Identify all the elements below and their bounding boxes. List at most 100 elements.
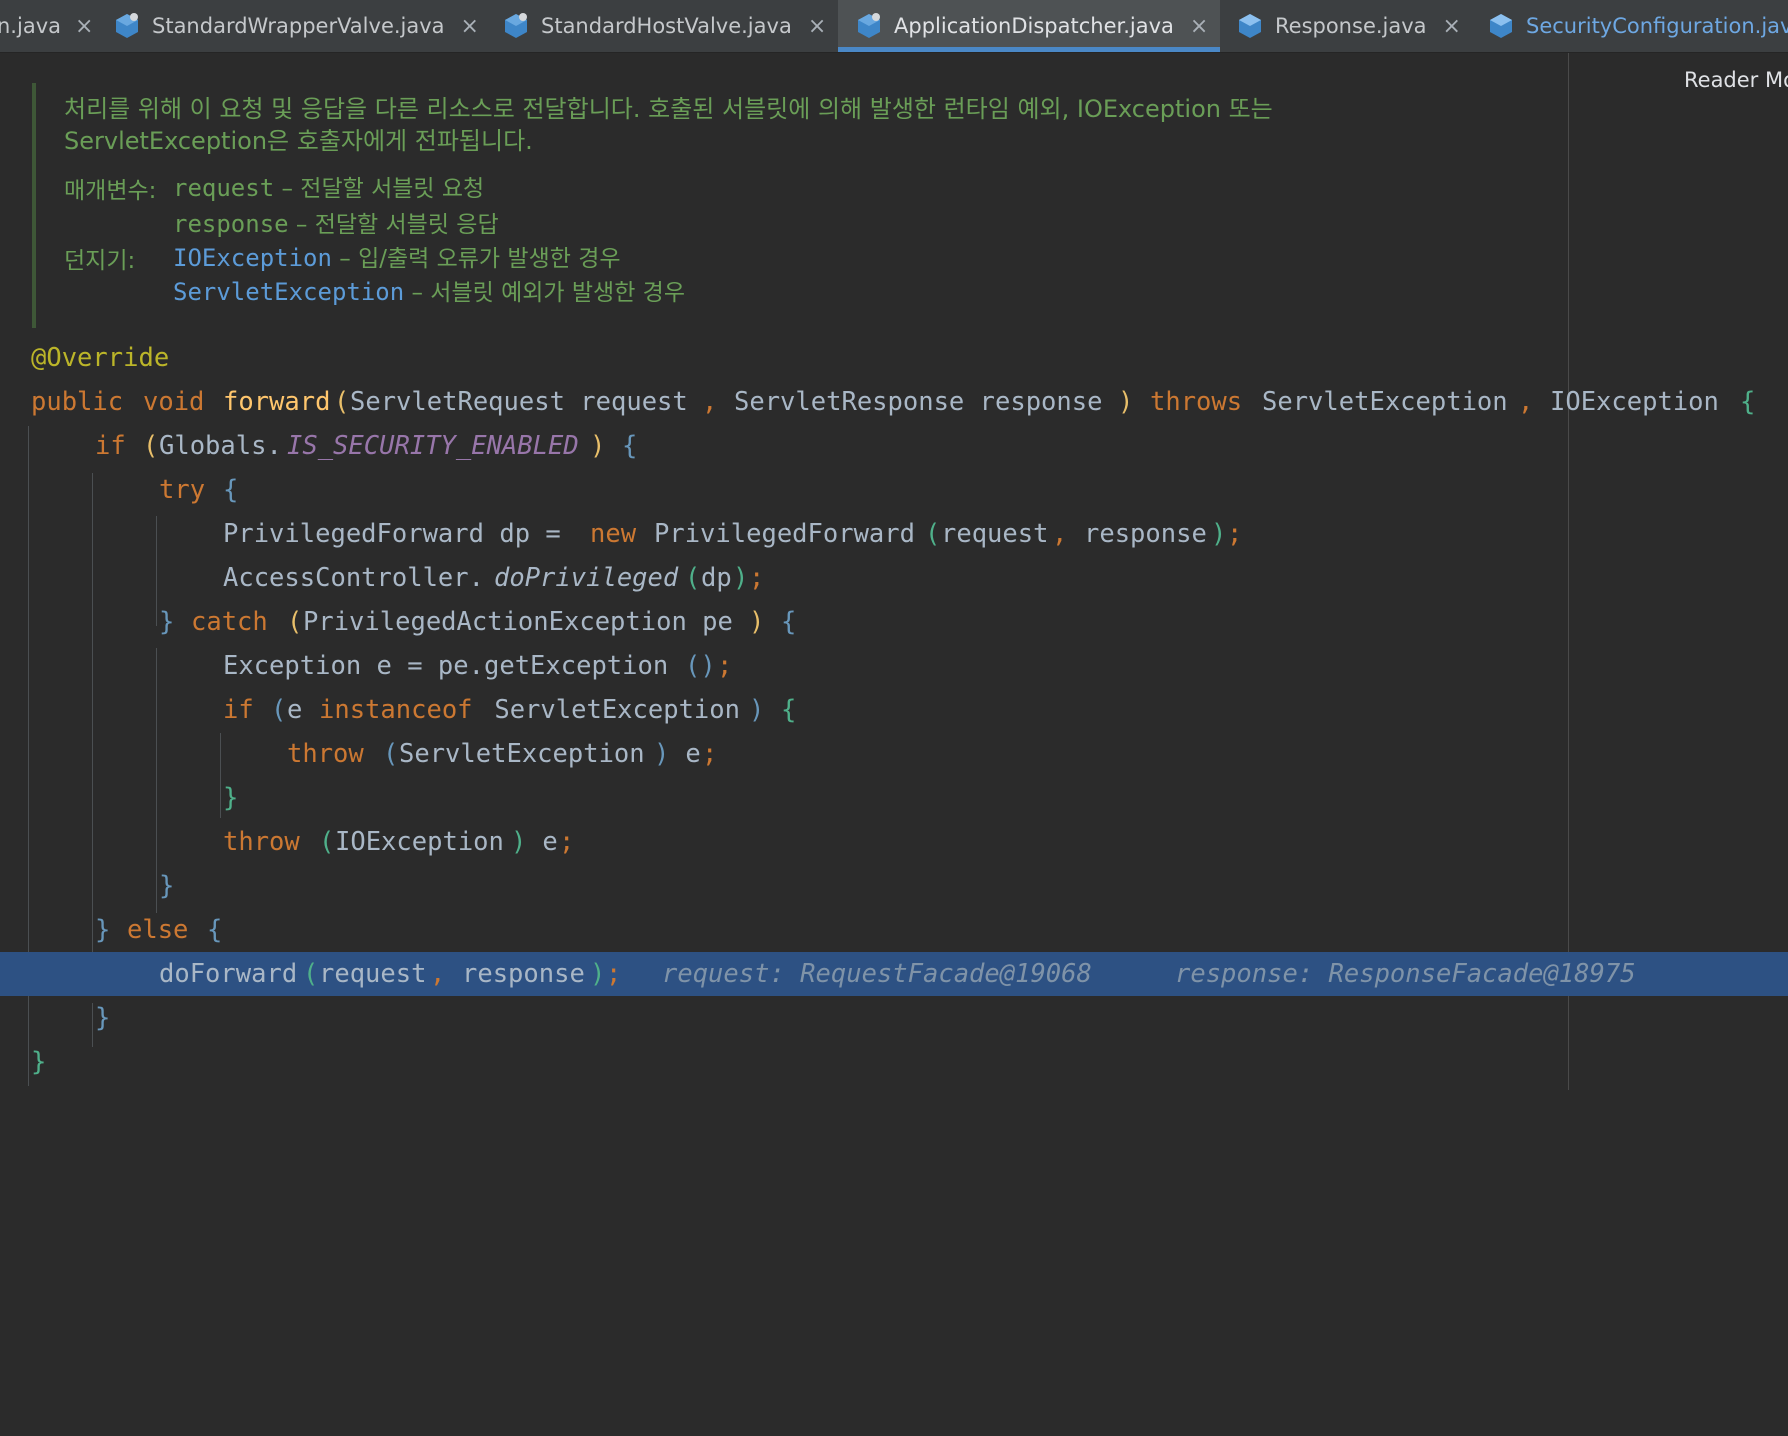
code-line[interactable]: public void forward ( ServletRequest req… [0, 380, 1788, 424]
java-class-icon [116, 13, 138, 38]
editor-tab-bar: n.java × StandardWrapperValve.java × Sta… [0, 0, 1788, 53]
token: dp [701, 563, 732, 593]
javadoc-throws-row: IOException – 입/출력 오류가 발생한 경우 [173, 239, 621, 273]
token: ; [702, 739, 718, 769]
token: Exception e = pe.getException [223, 651, 669, 681]
token: ServletException [479, 695, 740, 725]
tab-applicationdispatcher[interactable]: ApplicationDispatcher.java × [838, 0, 1220, 52]
token: e [287, 695, 318, 725]
token: if [95, 431, 126, 461]
code-line[interactable]: } [0, 776, 1788, 820]
javadoc-throws-row: ServletException – 서블릿 예외가 발생한 경우 [173, 273, 685, 307]
code-line[interactable]: AccessController. doPrivileged ( dp ) ; [0, 556, 1788, 600]
code-line[interactable]: throw ( ServletException ) e ; [0, 732, 1788, 776]
token: } [159, 607, 175, 637]
javadoc-param-row: response – 전달할 서블릿 응답 [173, 205, 499, 239]
token: ) [1118, 387, 1134, 417]
javadoc-params-label: 매개변수: [64, 178, 157, 204]
token: ( [383, 739, 399, 769]
token: public [31, 387, 124, 417]
code-line[interactable]: if ( Globals. IS_SECURITY_ENABLED ) { [0, 424, 1788, 468]
tab-n-java[interactable]: n.java × [0, 0, 98, 52]
throws-link[interactable]: ServletException [173, 278, 404, 306]
token: , [702, 387, 718, 417]
code-line[interactable]: } [0, 996, 1788, 1040]
token: ( [319, 827, 335, 857]
java-class-icon [505, 13, 527, 38]
token: IOException [335, 827, 504, 857]
throws-desc: – 입/출력 오류가 발생한 경우 [331, 246, 621, 272]
tab-standardhostvalve[interactable]: StandardHostValve.java × [503, 0, 833, 52]
token: ) [511, 827, 527, 857]
method-name: forward [223, 387, 331, 417]
code-line[interactable]: } [0, 864, 1788, 908]
token: ServletResponse response [734, 387, 1103, 417]
close-icon[interactable]: × [461, 14, 479, 39]
tab-standardwrappervalve[interactable]: StandardWrapperValve.java × [114, 0, 486, 52]
code-line[interactable]: @Override [0, 336, 1788, 380]
inline-debug-value: request: RequestFacade@19068 [662, 959, 1092, 989]
token: { [207, 915, 223, 945]
tab-label: StandardWrapperValve.java [152, 14, 445, 38]
code-line[interactable]: } catch ( PrivilegedActionException pe )… [0, 600, 1788, 644]
param-desc: – 전달할 서블릿 응답 [288, 212, 499, 238]
java-interface-icon [1490, 14, 1512, 38]
token: , [430, 959, 446, 989]
code-editor[interactable]: Reader Mo 처리를 위해 이 요청 및 응답을 다른 리소스로 전달합니… [0, 53, 1788, 1090]
token: request [319, 959, 427, 989]
token: } [159, 871, 175, 901]
tab-label: SecurityConfiguration.jav [1526, 14, 1788, 38]
code-line[interactable]: if ( e instanceof ServletException ) { [0, 688, 1788, 732]
token: try [159, 475, 206, 505]
token: ServletException [1262, 387, 1508, 417]
token: ; [749, 563, 765, 593]
code-line[interactable]: } else { [0, 908, 1788, 952]
tab-label: StandardHostValve.java [541, 14, 792, 38]
throws-link[interactable]: IOException [173, 244, 332, 272]
tab-label: n.java [0, 14, 61, 38]
token: } [95, 915, 111, 945]
reader-mode-toggle[interactable]: Reader Mo [1684, 68, 1788, 92]
token: catch [191, 607, 268, 637]
inline-debug-value: response: ResponseFacade@18975 [1175, 959, 1636, 989]
token: () [685, 651, 716, 681]
token: response [462, 959, 585, 989]
close-icon[interactable]: × [75, 14, 93, 39]
tab-label: ApplicationDispatcher.java [894, 14, 1174, 38]
token: ) [749, 695, 765, 725]
code-line[interactable]: throw ( IOException ) e ; [0, 820, 1788, 864]
code-line[interactable]: PrivilegedForward dp = new PrivilegedFor… [0, 512, 1788, 556]
token: { [223, 475, 239, 505]
token: ( [925, 519, 941, 549]
token: else [127, 915, 189, 945]
close-icon[interactable]: × [1190, 14, 1208, 39]
token: { [1740, 387, 1756, 417]
close-icon[interactable]: × [808, 14, 826, 39]
token: ServletRequest request [350, 387, 688, 417]
token: ( [143, 431, 159, 461]
throws-desc: – 서블릿 예외가 발생한 경우 [404, 280, 686, 306]
token: AccessController. [223, 563, 484, 593]
close-icon[interactable]: × [1443, 14, 1461, 39]
token: ) [590, 431, 606, 461]
token: throw [287, 739, 364, 769]
token: e [527, 827, 558, 857]
token: PrivilegedForward dp = [223, 519, 577, 549]
token: ) [590, 959, 606, 989]
token: ; [717, 651, 733, 681]
javadoc-param-row: request – 전달할 서블릿 요청 [173, 169, 484, 203]
javadoc-throws-label: 던지기: [64, 248, 136, 274]
token: ; [1227, 519, 1243, 549]
code-line[interactable]: Exception e = pe.getException () ; [0, 644, 1788, 688]
execution-point-line[interactable]: doForward ( request , response ) ; reque… [0, 952, 1788, 996]
token: ( [685, 563, 701, 593]
token: e [670, 739, 701, 769]
code-line[interactable]: try { [0, 468, 1788, 512]
token: { [622, 431, 638, 461]
java-class-icon [858, 13, 880, 38]
code-line[interactable]: } [0, 1040, 1788, 1084]
tab-response[interactable]: Response.java × [1237, 0, 1467, 52]
method-call: doPrivileged [494, 563, 679, 593]
tab-securityconfiguration[interactable]: SecurityConfiguration.jav [1488, 0, 1788, 52]
token: throws [1150, 387, 1243, 417]
